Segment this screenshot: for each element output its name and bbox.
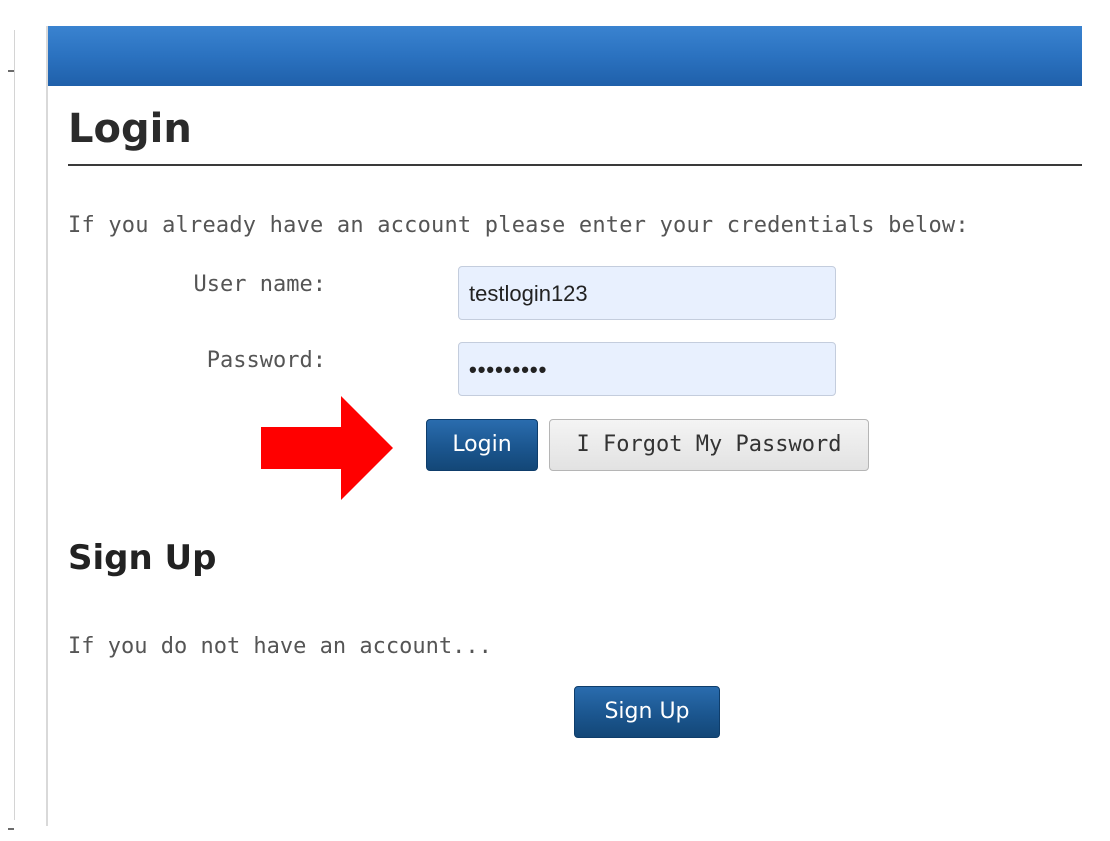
signup-button[interactable]: Sign Up <box>574 686 720 738</box>
signup-heading: Sign Up <box>68 538 217 578</box>
signup-text: If you do not have an account... <box>68 634 492 659</box>
right-arrow-icon <box>261 396 393 500</box>
edge-tick <box>8 70 14 72</box>
login-panel: Login If you already have an account ple… <box>46 26 1084 826</box>
left-window-edge <box>0 30 15 830</box>
password-input[interactable]: ••••••••• <box>458 342 836 396</box>
heading-divider <box>68 164 1082 166</box>
login-instructions: If you already have an account please en… <box>68 213 969 238</box>
header-bar <box>48 26 1082 86</box>
login-button[interactable]: Login <box>426 419 538 471</box>
password-label: Password: <box>206 348 326 373</box>
username-label: User name: <box>193 272 326 297</box>
login-heading: Login <box>68 106 192 152</box>
edge-tick <box>8 828 14 830</box>
username-input[interactable]: testlogin123 <box>458 266 836 320</box>
forgot-password-button[interactable]: I Forgot My Password <box>549 419 869 471</box>
login-page: Login If you already have an account ple… <box>0 0 1110 841</box>
